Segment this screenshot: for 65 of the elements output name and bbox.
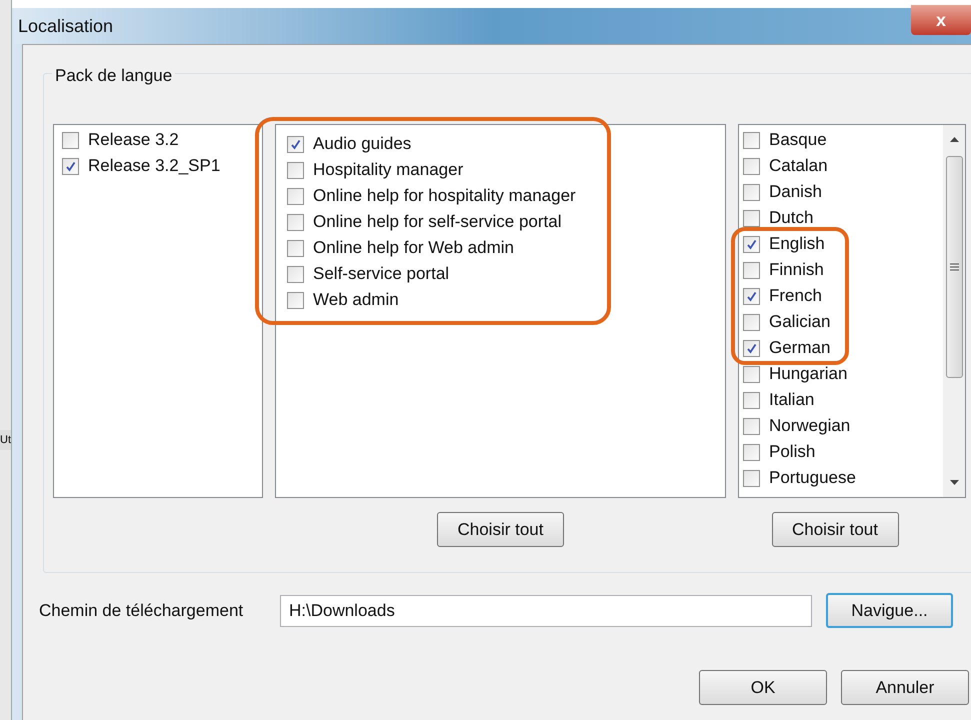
scrollbar-thumb[interactable]: [946, 156, 962, 378]
checkbox[interactable]: [287, 188, 304, 204]
list-item-label: Danish: [769, 181, 822, 204]
grip-icon: [950, 263, 958, 271]
list-item-label: Self-service portal: [313, 263, 450, 286]
checkbox[interactable]: [743, 470, 760, 486]
list-item-label: Norwegian: [769, 415, 850, 438]
checkbox[interactable]: [743, 288, 760, 304]
background-text: Ut: [0, 430, 11, 450]
field-label: Chemin de téléchargement: [39, 600, 244, 622]
list-item-label: Online help for hospitality manager: [313, 185, 576, 208]
checkbox[interactable]: [743, 236, 760, 252]
checkbox[interactable]: [743, 184, 760, 200]
checkbox[interactable]: [62, 132, 79, 148]
checkbox[interactable]: [743, 132, 760, 148]
list-item-label: English: [769, 233, 825, 256]
checkmark-icon: [65, 160, 76, 172]
checkbox[interactable]: [287, 162, 304, 178]
checkbox[interactable]: [743, 366, 760, 382]
list-item-label: Online help for Web admin: [313, 237, 514, 260]
list-item-label: Catalan: [769, 155, 828, 178]
checkbox[interactable]: [62, 158, 79, 174]
checkbox[interactable]: [287, 266, 304, 282]
list-item-label: Italian: [769, 389, 814, 412]
checkbox[interactable]: [743, 392, 760, 408]
checkmark-icon: [746, 342, 757, 354]
checkbox[interactable]: [287, 292, 304, 308]
scrollbar[interactable]: [943, 125, 965, 497]
checkbox[interactable]: [743, 262, 760, 278]
list-item-label: Galician: [769, 311, 830, 334]
push-button[interactable]: Navigue...: [826, 593, 953, 628]
checkbox[interactable]: [743, 340, 760, 356]
list-item-label: French: [769, 285, 822, 308]
push-button[interactable]: Choisir tout: [772, 512, 898, 547]
checkbox[interactable]: [287, 214, 304, 230]
window-title: Localisation: [18, 14, 114, 38]
scroll-down-icon[interactable]: [950, 480, 958, 485]
list-item-label: Finnish: [769, 259, 824, 282]
checkbox[interactable]: [287, 240, 304, 256]
list-item-label: Web admin: [313, 289, 399, 312]
checkbox[interactable]: [743, 314, 760, 330]
list-item-label: Portuguese: [769, 467, 856, 490]
push-button[interactable]: Annuler: [841, 670, 969, 705]
checkmark-icon: [746, 238, 757, 250]
list-item-label: German: [769, 337, 830, 360]
checkbox[interactable]: [743, 418, 760, 434]
list-item-label: Release 3.2_SP1: [88, 155, 220, 178]
checkbox[interactable]: [743, 158, 760, 174]
push-button[interactable]: OK: [699, 670, 827, 705]
checkbox[interactable]: [743, 210, 760, 226]
list-item-label: Release 3.2: [88, 129, 179, 152]
list-item-label: Audio guides: [313, 133, 412, 156]
checkmark-icon: [746, 290, 757, 302]
push-button[interactable]: Choisir tout: [437, 512, 564, 547]
list-item-label: Online help for self-service portal: [313, 211, 562, 234]
checkbox[interactable]: [743, 444, 760, 460]
list-item-label: Hospitality manager: [313, 159, 464, 182]
list-item-label: Dutch: [769, 207, 814, 230]
checkmark-icon: [290, 138, 301, 150]
list-item-label: Hungarian: [769, 363, 848, 386]
checkbox[interactable]: [287, 136, 304, 152]
list-item-label: Polish: [769, 441, 816, 464]
path-input[interactable]: H:\Downloads: [280, 594, 812, 626]
list-item-label: Basque: [769, 129, 827, 152]
scroll-up-icon[interactable]: [950, 137, 958, 142]
